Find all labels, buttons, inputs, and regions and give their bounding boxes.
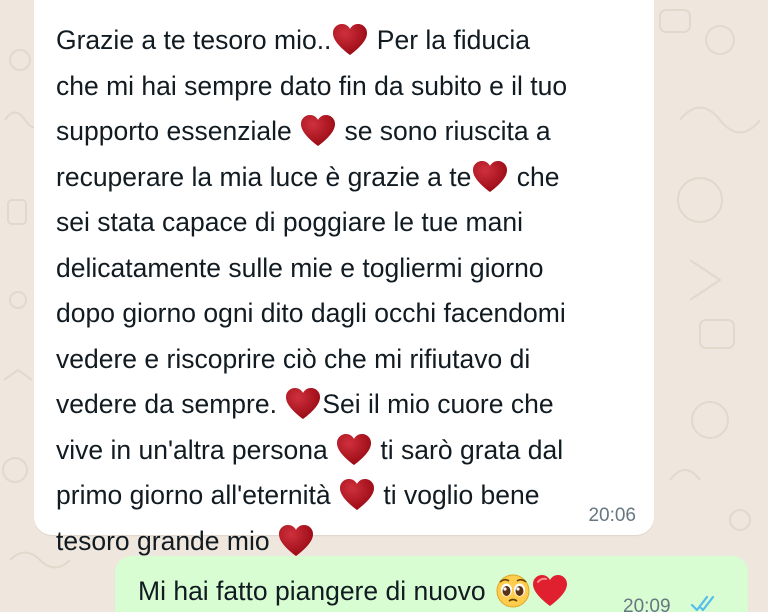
message-text-run: ti voglio bene (375, 480, 540, 510)
heart-icon (278, 524, 314, 558)
heart-icon (339, 478, 375, 512)
message-text-run: Sei il mio cuore che (322, 389, 554, 419)
message-text-run: sei stata capace di poggiare le tue mani (56, 207, 523, 237)
incoming-message-text: Grazie a te tesoro mio.. Per la fiducia c… (56, 18, 646, 564)
message-text-run: se sono riuscita a (337, 116, 551, 146)
message-text-run: primo giorno all'eternità (56, 480, 338, 510)
message-text-run: recuperare la mia luce è grazie a te (56, 161, 472, 192)
message-line: supporto essenziale se sono riuscita a (56, 109, 646, 155)
message-line: delicatamente sulle mie e togliermi gior… (56, 246, 646, 292)
heart-icon (472, 160, 508, 194)
heart-icon (332, 23, 368, 57)
outgoing-message-time: 20:09 (623, 596, 671, 612)
message-line: che mi hai sempre dato fin da subito e i… (56, 64, 646, 110)
message-text-run: Per la fiducia (369, 25, 530, 55)
message-text-run: ti sarò grata dal (373, 434, 564, 465)
incoming-message-time: 20:06 (588, 505, 636, 526)
message-text-run: Grazie a te tesoro mio.. (56, 25, 332, 55)
message-text-run: vive in un'altra persona (56, 434, 336, 465)
outgoing-message-text: Mi hai fatto piangere di nuovo (138, 573, 569, 609)
pleading-face-icon (495, 573, 531, 609)
message-text-run: che (509, 161, 560, 192)
heart-icon (285, 387, 321, 421)
message-text-run: delicatamente sulle mie e togliermi gior… (56, 252, 544, 283)
outgoing-message-body: Mi hai fatto piangere di nuovo (138, 576, 494, 606)
message-text-run: che mi hai sempre dato fin da subito e i… (56, 70, 568, 101)
message-text-run: dopo giorno ogni dito dagli occhi facend… (56, 298, 566, 328)
message-text-run: tesoro grande mio (56, 525, 277, 556)
outgoing-message-bubble[interactable]: Mi hai fatto piangere di nuovo 20:09 (115, 556, 748, 612)
heart-icon (532, 574, 568, 608)
double-check-read-icon (690, 594, 718, 612)
message-line: vedere da sempre. Sei il mio cuore che (56, 382, 646, 428)
heart-icon (300, 114, 336, 148)
message-line: sei stata capace di poggiare le tue mani (56, 200, 646, 246)
message-line: dopo giorno ogni dito dagli occhi facend… (56, 291, 646, 337)
message-line: vedere e riscoprire ciò che mi rifiutavo… (56, 337, 646, 383)
message-text-run: supporto essenziale (56, 116, 300, 146)
heart-icon (336, 433, 372, 467)
message-line: recuperare la mia luce è grazie a te che (56, 155, 646, 201)
incoming-message-bubble[interactable]: Grazie a te tesoro mio.. Per la fiducia c… (34, 0, 654, 556)
message-text-run: vedere da sempre. (56, 389, 285, 419)
message-text-run: vedere e riscoprire ciò che mi rifiutavo… (56, 343, 531, 374)
message-line: primo giorno all'eternità ti voglio bene (56, 473, 646, 519)
message-line: vive in un'altra persona ti sarò grata d… (56, 428, 646, 474)
message-line: Grazie a te tesoro mio.. Per la fiducia (56, 18, 646, 64)
